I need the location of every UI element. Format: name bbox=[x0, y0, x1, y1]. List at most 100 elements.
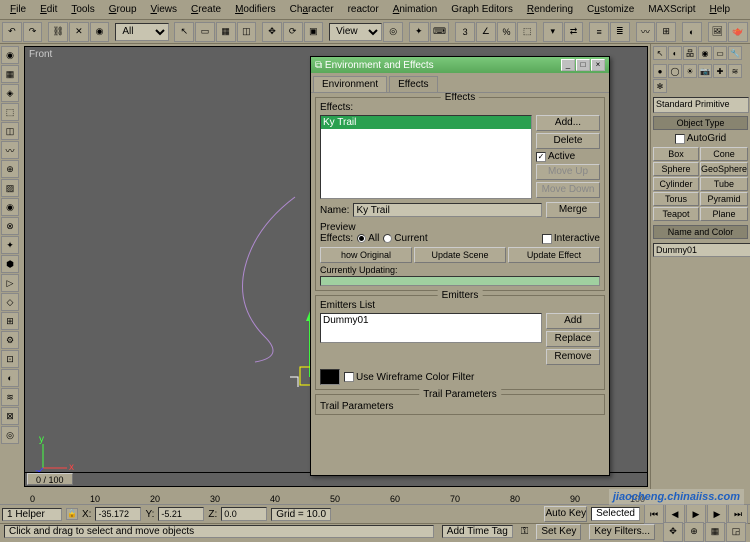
tool-icon[interactable]: ⊕ bbox=[1, 160, 19, 178]
snap-button[interactable]: 3 bbox=[455, 22, 475, 42]
minimize-button[interactable]: _ bbox=[561, 59, 575, 71]
link-button[interactable]: ⛓ bbox=[48, 22, 68, 42]
replace-emitter-button[interactable]: Replace bbox=[546, 331, 600, 347]
rollout-object-type[interactable]: Object Type bbox=[653, 116, 748, 130]
effects-list-item[interactable]: Ky Trail bbox=[321, 116, 531, 129]
goto-start-icon[interactable]: ⏮ bbox=[644, 504, 664, 524]
anglesnap-button[interactable]: ∠ bbox=[476, 22, 496, 42]
radio-all[interactable]: All bbox=[357, 233, 379, 244]
tool-icon[interactable]: ⊞ bbox=[1, 312, 19, 330]
update-effect-button[interactable]: Update Effect bbox=[508, 247, 600, 263]
z-spinner[interactable] bbox=[221, 507, 267, 521]
cylinder-button[interactable]: Cylinder bbox=[653, 177, 699, 191]
tool-icon[interactable]: ◎ bbox=[1, 426, 19, 444]
rollout-name-color[interactable]: Name and Color bbox=[653, 225, 748, 239]
remove-emitter-button[interactable]: Remove bbox=[546, 349, 600, 365]
y-spinner[interactable] bbox=[158, 507, 204, 521]
dialog-titlebar[interactable]: ⧉ Environment and Effects _ □ × bbox=[311, 57, 609, 73]
time-tag-field[interactable]: Add Time Tag bbox=[442, 525, 513, 538]
layer-button[interactable]: ≣ bbox=[610, 22, 630, 42]
menu-character[interactable]: Character bbox=[284, 2, 340, 17]
setkey-button[interactable]: Set Key bbox=[536, 524, 581, 540]
key-icon[interactable]: ⚿ bbox=[521, 526, 529, 537]
tool-icon[interactable]: ⬢ bbox=[1, 255, 19, 273]
spacewarps-icon[interactable]: ≋ bbox=[728, 64, 742, 78]
active-checkbox[interactable]: ✓Active bbox=[536, 151, 600, 162]
menu-views[interactable]: Views bbox=[145, 2, 184, 17]
modify-tab-icon[interactable]: ◐ bbox=[668, 46, 682, 60]
manip-button[interactable]: ✦ bbox=[409, 22, 429, 42]
menu-group[interactable]: Group bbox=[103, 2, 143, 17]
lock-selection-icon[interactable]: 🔒 bbox=[66, 508, 78, 520]
create-tab-icon[interactable]: ↖ bbox=[653, 46, 667, 60]
time-slider-thumb[interactable]: 0 / 100 bbox=[27, 473, 73, 485]
named-sel-button[interactable]: ▾ bbox=[543, 22, 563, 42]
unlink-button[interactable]: ✕ bbox=[69, 22, 89, 42]
menu-modifiers[interactable]: Modifiers bbox=[229, 2, 282, 17]
movedown-button[interactable]: Move Down bbox=[536, 182, 600, 198]
helpers-icon[interactable]: ✚ bbox=[713, 64, 727, 78]
add-effect-button[interactable]: Add... bbox=[536, 115, 600, 131]
autokey-button[interactable]: Auto Key bbox=[544, 506, 587, 522]
wireframe-filter-checkbox[interactable]: Use Wireframe Color Filter bbox=[344, 372, 474, 383]
interactive-checkbox[interactable]: Interactive bbox=[542, 233, 600, 244]
selection-filter-dropdown[interactable]: All bbox=[115, 23, 168, 41]
add-emitter-button[interactable]: Add bbox=[546, 313, 600, 329]
hierarchy-tab-icon[interactable]: 品 bbox=[683, 46, 697, 60]
teapot-button[interactable]: Teapot bbox=[653, 207, 699, 221]
select-region-button[interactable]: ▦ bbox=[216, 22, 236, 42]
menu-customize[interactable]: Customize bbox=[581, 2, 640, 17]
nav-icon[interactable]: ✥ bbox=[663, 522, 683, 542]
close-button[interactable]: × bbox=[591, 59, 605, 71]
keyfilters-button[interactable]: Key Filters... bbox=[589, 524, 655, 540]
box-button[interactable]: Box bbox=[653, 147, 699, 161]
object-name-field[interactable] bbox=[653, 243, 750, 257]
tool-icon[interactable]: ▨ bbox=[1, 179, 19, 197]
redo-button[interactable]: ↷ bbox=[23, 22, 43, 42]
ref-coord-dropdown[interactable]: View bbox=[329, 23, 382, 41]
menu-rendering[interactable]: Rendering bbox=[521, 2, 579, 17]
undo-button[interactable]: ↶ bbox=[2, 22, 22, 42]
tool-icon[interactable]: ◫ bbox=[1, 122, 19, 140]
tool-icon[interactable]: ⊠ bbox=[1, 407, 19, 425]
cameras-icon[interactable]: 📷 bbox=[698, 64, 712, 78]
update-scene-button[interactable]: Update Scene bbox=[414, 247, 506, 263]
x-spinner[interactable] bbox=[95, 507, 141, 521]
sphere-button[interactable]: Sphere bbox=[653, 162, 699, 176]
torus-button[interactable]: Torus bbox=[653, 192, 699, 206]
utilities-tab-icon[interactable]: 🔧 bbox=[728, 46, 742, 60]
schematic-button[interactable]: ⊞ bbox=[656, 22, 676, 42]
tool-icon[interactable]: ▦ bbox=[1, 65, 19, 83]
menu-tools[interactable]: Tools bbox=[65, 2, 100, 17]
lights-icon[interactable]: ☀ bbox=[683, 64, 697, 78]
align-button[interactable]: ≡ bbox=[589, 22, 609, 42]
geosphere-button[interactable]: GeoSphere bbox=[700, 162, 748, 176]
window-crossing-button[interactable]: ◫ bbox=[237, 22, 257, 42]
mirror-button[interactable]: ⇄ bbox=[564, 22, 584, 42]
tool-icon[interactable]: ◐ bbox=[1, 369, 19, 387]
shapes-icon[interactable]: ◯ bbox=[668, 64, 682, 78]
nav-icon[interactable]: ⊕ bbox=[684, 522, 704, 542]
rotate-button[interactable]: ⟳ bbox=[283, 22, 303, 42]
select-name-button[interactable]: ▭ bbox=[195, 22, 215, 42]
tool-icon[interactable]: ◈ bbox=[1, 84, 19, 102]
radio-current[interactable]: Current bbox=[383, 233, 427, 244]
show-original-button[interactable]: how Original bbox=[320, 247, 412, 263]
plane-button[interactable]: Plane bbox=[700, 207, 748, 221]
menu-maxscript[interactable]: MAXScript bbox=[642, 2, 701, 17]
cone-button[interactable]: Cone bbox=[700, 147, 748, 161]
delete-effect-button[interactable]: Delete bbox=[536, 133, 600, 149]
category-dropdown[interactable]: Standard Primitive bbox=[653, 97, 749, 113]
center-button[interactable]: ◎ bbox=[383, 22, 403, 42]
emitters-listbox[interactable]: Dummy01 bbox=[320, 313, 542, 343]
curve-editor-button[interactable]: 〰 bbox=[636, 22, 656, 42]
menu-file[interactable]: File bbox=[4, 2, 32, 17]
tool-icon[interactable]: ⊗ bbox=[1, 217, 19, 235]
menu-help[interactable]: Help bbox=[704, 2, 737, 17]
autogrid-checkbox[interactable]: AutoGrid bbox=[675, 133, 726, 144]
render-scene-button[interactable]: 🖼 bbox=[708, 22, 728, 42]
nav-icon[interactable]: ◲ bbox=[726, 522, 746, 542]
motion-tab-icon[interactable]: ◉ bbox=[698, 46, 712, 60]
tab-effects[interactable]: Effects bbox=[389, 76, 437, 92]
tube-button[interactable]: Tube bbox=[700, 177, 748, 191]
